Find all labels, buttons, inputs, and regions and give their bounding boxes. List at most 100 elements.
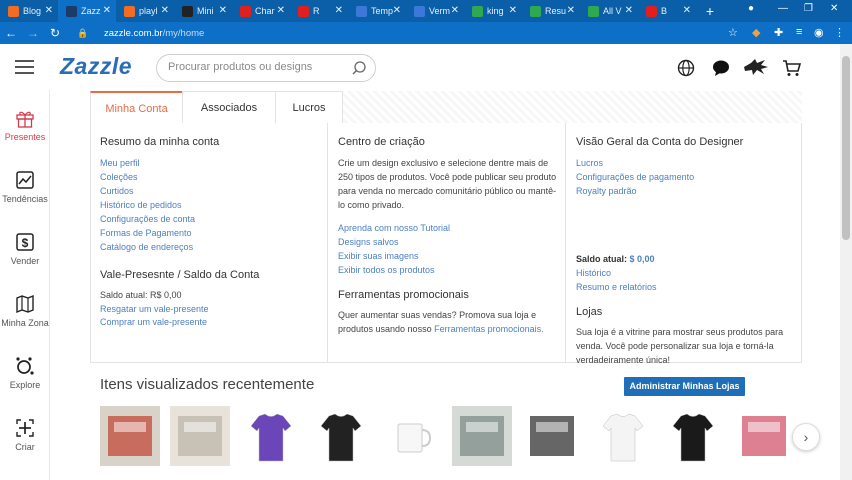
avatar[interactable]: ◉ bbox=[814, 26, 824, 39]
browser-tab[interactable]: Zazz ✕ bbox=[58, 0, 116, 22]
creation-link[interactable]: Exibir suas imagens bbox=[338, 251, 419, 261]
globe-icon[interactable] bbox=[677, 59, 695, 77]
product-image bbox=[663, 406, 723, 466]
recent-item-cards-stack[interactable] bbox=[452, 406, 512, 466]
browser-tab[interactable]: Resu ✕ bbox=[522, 0, 580, 22]
browser-tab[interactable]: All V ✕ bbox=[580, 0, 638, 22]
tab-lucros[interactable]: Lucros bbox=[275, 91, 343, 124]
close-tab-icon[interactable]: ✕ bbox=[45, 5, 53, 16]
reading-list-icon[interactable]: ≡ bbox=[796, 26, 802, 38]
designer-link[interactable]: Royalty padrão bbox=[576, 186, 637, 196]
stores-desc-line: venda. Você pode personalizar sua loja e… bbox=[576, 341, 774, 351]
sidebar-item-vender[interactable]: $ Vender bbox=[0, 232, 50, 266]
search-input[interactable] bbox=[168, 61, 348, 73]
extension-icon[interactable]: ◆ bbox=[752, 26, 760, 39]
new-tab-button[interactable]: + bbox=[696, 3, 724, 19]
search-box[interactable] bbox=[156, 54, 376, 82]
browser-tab[interactable]: B ✕ bbox=[638, 0, 696, 22]
account-link[interactable]: Formas de Pagamento bbox=[100, 228, 192, 238]
url-host: zazzle.com.br bbox=[104, 27, 163, 39]
tab-associados[interactable]: Associados bbox=[182, 91, 276, 124]
sidebar-item-criar[interactable]: Criar bbox=[0, 418, 50, 452]
minimize-icon[interactable]: — bbox=[778, 3, 788, 14]
close-tab-icon[interactable]: ✕ bbox=[393, 5, 401, 16]
recent-item-poster-band[interactable] bbox=[522, 406, 583, 466]
account-link[interactable]: Histórico de pedidos bbox=[100, 200, 182, 210]
account-link[interactable]: Meu perfil bbox=[100, 158, 140, 168]
account-link[interactable]: Curtidos bbox=[100, 186, 134, 196]
close-tab-icon[interactable]: ✕ bbox=[277, 5, 285, 16]
close-tab-icon[interactable]: ✕ bbox=[567, 5, 575, 16]
product-image bbox=[593, 406, 653, 466]
gift-card-link[interactable]: Comprar um vale-presente bbox=[100, 317, 207, 327]
cart-icon[interactable] bbox=[782, 59, 801, 77]
gift-card-link[interactable]: Resgatar um vale-presente bbox=[100, 304, 209, 314]
browser-tab-label: king bbox=[487, 6, 504, 16]
sidebar-item-explore[interactable]: Explore bbox=[0, 356, 50, 390]
recent-item-tshirt-white[interactable] bbox=[592, 406, 653, 466]
sidebar-item-minha-zona[interactable]: Minha Zona bbox=[0, 294, 50, 328]
browser-tab[interactable]: R ✕ bbox=[290, 0, 348, 22]
browser-tab[interactable]: Mini ✕ bbox=[174, 0, 232, 22]
close-tab-icon[interactable]: ✕ bbox=[219, 5, 227, 16]
designer-link[interactable]: Configurações de pagamento bbox=[576, 172, 694, 182]
recent-item-banner[interactable] bbox=[733, 406, 794, 466]
close-tab-icon[interactable]: ✕ bbox=[509, 5, 517, 16]
browser-tab[interactable]: king ✕ bbox=[464, 0, 522, 22]
product-image bbox=[734, 406, 794, 466]
product-image bbox=[522, 406, 582, 466]
creation-link[interactable]: Aprenda com nosso Tutorial bbox=[338, 223, 450, 233]
promo-line2: produtos usando nosso bbox=[338, 324, 435, 334]
tab-minha-conta[interactable]: Minha Conta bbox=[90, 91, 183, 125]
user-avatar-icon[interactable] bbox=[743, 57, 769, 77]
recent-item-mug[interactable] bbox=[381, 406, 442, 466]
browser-tab-label: Resu bbox=[545, 6, 567, 16]
recent-item-tshirt-purple[interactable] bbox=[240, 406, 301, 466]
browser-tab[interactable]: playl ✕ bbox=[116, 0, 174, 22]
bookmark-star-icon[interactable]: ☆ bbox=[728, 26, 738, 39]
profile-icon[interactable]: ● bbox=[748, 3, 754, 14]
account-link[interactable]: Configurações de conta bbox=[100, 214, 195, 224]
chat-icon[interactable] bbox=[712, 59, 730, 77]
sidebar-item-presentes[interactable]: Presentes bbox=[0, 108, 50, 142]
sidebar-item-tendencias[interactable]: Tendências bbox=[0, 170, 50, 204]
recent-item-business-cards[interactable] bbox=[100, 406, 160, 466]
url-field[interactable]: zazzle.com.br/my/home bbox=[104, 28, 204, 39]
browser-tab[interactable]: Blog ✕ bbox=[0, 0, 58, 22]
close-tab-icon[interactable]: ✕ bbox=[683, 5, 691, 16]
back-icon[interactable]: ← bbox=[0, 26, 22, 40]
close-tab-icon[interactable]: ✕ bbox=[335, 5, 343, 16]
close-tab-icon[interactable]: ✕ bbox=[161, 5, 169, 16]
browser-tab[interactable]: Char ✕ bbox=[232, 0, 290, 22]
search-icon[interactable] bbox=[351, 60, 367, 76]
forward-icon[interactable]: → bbox=[22, 26, 44, 40]
favicon-icon bbox=[472, 5, 483, 17]
account-link[interactable]: Catálogo de endereços bbox=[100, 242, 193, 252]
close-window-icon[interactable]: ✕ bbox=[830, 3, 838, 14]
next-arrow-button[interactable]: › bbox=[792, 423, 820, 451]
recent-item-flyer[interactable] bbox=[170, 406, 231, 466]
browser-tab[interactable]: Verm ✕ bbox=[406, 0, 464, 22]
reload-icon[interactable]: ↻ bbox=[44, 26, 66, 40]
designer-link[interactable]: Resumo e relatórios bbox=[576, 282, 657, 292]
hamburger-menu-icon[interactable] bbox=[15, 60, 34, 74]
manage-stores-button[interactable]: Administrar Minhas Lojas bbox=[624, 377, 745, 396]
recent-item-tshirt-black[interactable] bbox=[311, 406, 372, 466]
browser-tab[interactable]: Temp ✕ bbox=[348, 0, 406, 22]
creation-link[interactable]: Exibir todos os produtos bbox=[338, 265, 435, 275]
scrollbar-thumb[interactable] bbox=[842, 56, 850, 240]
close-tab-icon[interactable]: ✕ bbox=[625, 5, 633, 16]
creation-link[interactable]: Designs salvos bbox=[338, 237, 399, 247]
logo[interactable]: Zazzle bbox=[60, 53, 132, 80]
maximize-icon[interactable]: ❐ bbox=[804, 3, 813, 14]
promo-tools-link[interactable]: Ferramentas promocionais. bbox=[434, 324, 544, 334]
menu-icon[interactable]: ⋮ bbox=[834, 26, 845, 39]
recent-item-tshirt-black-print[interactable] bbox=[663, 406, 724, 466]
close-tab-icon[interactable]: ✕ bbox=[451, 5, 459, 16]
designer-link[interactable]: Lucros bbox=[576, 158, 603, 168]
close-tab-icon[interactable]: ✕ bbox=[103, 5, 111, 16]
designer-link[interactable]: Histórico bbox=[576, 268, 611, 278]
account-link[interactable]: Coleções bbox=[100, 172, 138, 182]
browser-tab-label: R bbox=[313, 6, 320, 16]
puzzle-icon[interactable]: ✚ bbox=[774, 26, 783, 39]
